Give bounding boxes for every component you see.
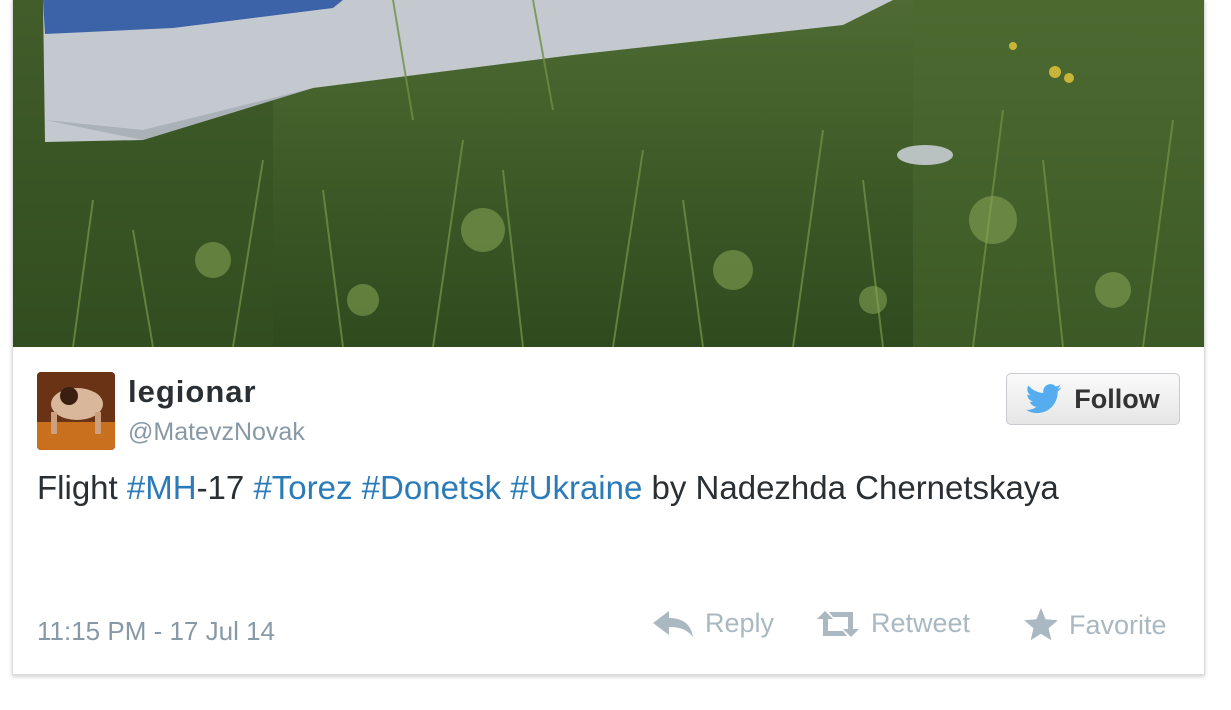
retweet-label: Retweet bbox=[871, 608, 971, 638]
tweet-timestamp[interactable]: 11:15 PM - 17 Jul 14 bbox=[37, 616, 275, 647]
display-name[interactable]: legionar bbox=[128, 374, 257, 410]
favorite-label: Favorite bbox=[1069, 609, 1167, 640]
favorite-star-icon bbox=[1024, 608, 1058, 641]
follow-button[interactable]: Follow bbox=[1006, 373, 1180, 425]
avatar-image bbox=[37, 372, 115, 450]
favorite-button[interactable]: Favorite bbox=[1023, 608, 1167, 642]
grass-wreckage-image bbox=[13, 0, 1204, 347]
text-17: -17 bbox=[196, 469, 254, 506]
hashtag-torez[interactable]: #Torez bbox=[253, 469, 352, 506]
tweet-card: legionar @MatevzNovak Follow Flight #MH-… bbox=[12, 0, 1205, 675]
reply-icon bbox=[653, 610, 693, 637]
hashtag-donetsk[interactable]: #Donetsk bbox=[362, 469, 501, 506]
hashtag-ukraine[interactable]: #Ukraine bbox=[510, 469, 642, 506]
retweet-button[interactable]: Retweet bbox=[815, 608, 970, 639]
retweet-icon bbox=[817, 610, 859, 637]
user-handle[interactable]: @MatevzNovak bbox=[128, 418, 305, 447]
text-prefix: Flight bbox=[37, 469, 127, 506]
avatar[interactable] bbox=[37, 372, 115, 450]
text-rest: by Nadezhda Chernetskaya bbox=[642, 469, 1059, 506]
hashtag-mh[interactable]: #MH bbox=[127, 469, 197, 506]
follow-label: Follow bbox=[1074, 383, 1160, 414]
twitter-bird-icon bbox=[1026, 384, 1062, 414]
reply-button[interactable]: Reply bbox=[651, 608, 774, 639]
tweet-text: Flight #MH-17 #Torez #Donetsk #Ukraine b… bbox=[37, 464, 1177, 512]
tweet-photo[interactable] bbox=[13, 0, 1204, 347]
reply-label: Reply bbox=[705, 608, 775, 638]
